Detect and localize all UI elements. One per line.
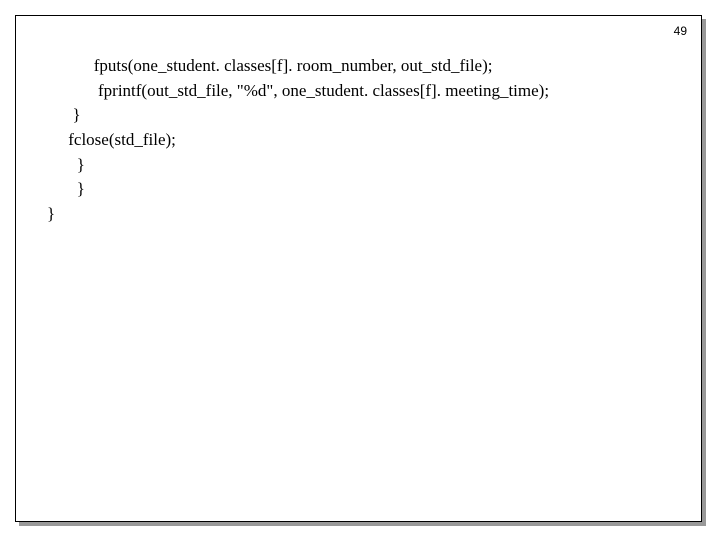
code-line-5: } — [30, 155, 85, 174]
code-line-4: fclose(std_file); — [30, 130, 176, 149]
code-line-3: } — [30, 105, 81, 124]
slide-container: 49 fputs(one_student. classes[f]. room_n… — [15, 15, 702, 522]
page-number: 49 — [674, 24, 687, 38]
code-line-2: fprintf(out_std_file, "%d", one_student.… — [30, 81, 549, 100]
slide: 49 fputs(one_student. classes[f]. room_n… — [15, 15, 702, 522]
code-line-1: fputs(one_student. classes[f]. room_numb… — [30, 56, 493, 75]
code-block: fputs(one_student. classes[f]. room_numb… — [30, 54, 687, 226]
code-line-7: } — [30, 204, 55, 223]
code-line-6: } — [30, 179, 85, 198]
